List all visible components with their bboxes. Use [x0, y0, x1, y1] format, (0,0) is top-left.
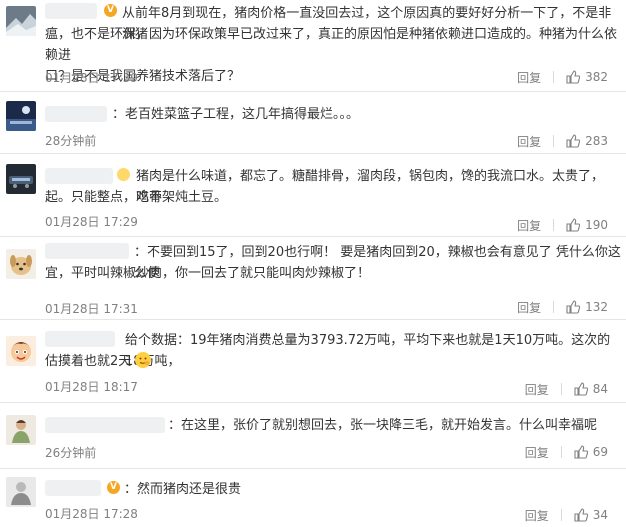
reply-button[interactable]: 回复 [525, 444, 549, 461]
thumbs-up-icon [574, 445, 588, 459]
username[interactable] [45, 243, 129, 259]
comment-time: 01月28日 18:17 [45, 380, 138, 394]
avatar-dark-car-icon [6, 164, 36, 194]
comment-item: V 从前年8月到现在，猪肉价格一直没回去过，这个原因真的要好好分析一下了，不是非… [0, 0, 626, 92]
action-divider [553, 71, 555, 83]
avatar-figure-icon [6, 415, 36, 445]
smirk-emoji-icon [135, 352, 152, 368]
username[interactable] [45, 168, 113, 184]
comment-actions: 回复 382 [517, 68, 608, 86]
comment-actions: 回复 283 [517, 132, 608, 150]
username[interactable] [45, 106, 107, 122]
username[interactable] [45, 417, 165, 433]
like-count: 283 [585, 134, 608, 148]
thumbs-up-icon [574, 382, 588, 396]
action-divider [560, 509, 562, 521]
comment-text-cont: 起。只能整点，鸡骨架炖土豆。 [45, 187, 625, 208]
like-button[interactable]: 34 [574, 508, 608, 522]
thumbs-up-icon [574, 508, 588, 522]
thumbs-up-icon [566, 300, 581, 314]
emoji-icon [117, 168, 130, 181]
like-count: 84 [592, 382, 608, 396]
comment-line: ：老百姓菜篮子工程，这几年搞得最烂。。。 [112, 107, 360, 122]
avatar[interactable] [6, 477, 36, 507]
avatar-night-sky-icon [6, 101, 36, 131]
comment-time: 01月28日 17:31 [45, 302, 138, 316]
reply-button[interactable]: 回复 [517, 69, 541, 86]
avatar-grey-figure-icon [6, 477, 36, 507]
comment-actions: 回复 69 [525, 443, 608, 461]
comment-time: 28分钟前 [45, 134, 97, 148]
thumbs-up-icon [566, 70, 581, 84]
reply-button[interactable]: 回复 [525, 381, 549, 398]
comment-text: ：在这里，张价了就别想回去，张一块降三毛，就开始发言。什么叫幸福呢 [168, 415, 618, 436]
like-count: 132 [585, 300, 608, 314]
username[interactable] [45, 3, 97, 19]
comment-text: ：老百姓菜篮子工程，这几年搞得最烂。。。 [112, 104, 612, 125]
reply-button[interactable]: 回复 [517, 217, 541, 234]
comment-time: 26分钟前 [45, 446, 97, 460]
comment-line: 宜，平时叫辣椒炒肉，你一回去了就只能叫肉炒辣椒了！ [45, 266, 371, 281]
username[interactable] [45, 480, 101, 496]
avatar[interactable] [6, 101, 36, 131]
like-count: 69 [592, 445, 608, 459]
comment-time: 01月28日 17:39 [45, 71, 138, 85]
comment-line: 瘟，也不是环保，因为环保政策早已改过来了，真正的原因怕是种猪依赖进口造成的。种猪… [45, 27, 618, 63]
comment-text: ：然而猪肉还是很贵 [124, 479, 574, 500]
avatar-cartoon-face-icon [6, 336, 36, 366]
comment-text-cont: 宜，平时叫辣椒炒肉，你一回去了就只能叫肉炒辣椒了！ [45, 263, 625, 284]
action-divider [553, 219, 555, 231]
avatar[interactable] [6, 164, 36, 194]
avatar[interactable] [6, 336, 36, 366]
action-divider [553, 135, 555, 147]
action-divider [553, 301, 555, 313]
reply-button[interactable]: 回复 [517, 299, 541, 316]
avatar[interactable] [6, 6, 36, 36]
like-count: 34 [592, 508, 608, 522]
like-button[interactable]: 283 [566, 134, 608, 148]
reply-button[interactable]: 回复 [517, 133, 541, 150]
comment-text-cont: 估摸着也就2天 [45, 351, 625, 372]
like-button[interactable]: 69 [574, 445, 608, 459]
comment-actions: 回复 132 [517, 298, 608, 316]
avatar-snowy-cliff-icon [6, 6, 36, 36]
like-button[interactable]: 190 [566, 218, 608, 232]
like-count: 382 [585, 70, 608, 84]
like-button[interactable]: 132 [566, 300, 608, 314]
comment-item: 猪肉是什么味道，都忘了。糖醋排骨，溜肉段，锅包肉，馋的我流口水。太贵了，吃不 起… [0, 154, 626, 237]
thumbs-up-icon [566, 134, 581, 148]
action-divider [560, 383, 562, 395]
comment-time: 01月28日 17:29 [45, 215, 138, 229]
comment-line: 起。只能整点，鸡骨架炖土豆。 [45, 190, 228, 205]
username[interactable] [45, 331, 115, 347]
comment-line: ：在这里，张价了就别想回去，张一块降三毛，就开始发言。什么叫幸福呢 [168, 418, 598, 433]
comment-item: ：老百姓菜篮子工程，这几年搞得最烂。。。 28分钟前 回复 283 [0, 92, 626, 154]
vip-badge-icon: V [107, 481, 120, 494]
action-divider [560, 446, 562, 458]
thumbs-up-icon [566, 218, 581, 232]
avatar[interactable] [6, 249, 36, 279]
vip-badge-icon: V [104, 4, 117, 17]
comment-actions: 回复 34 [525, 506, 608, 524]
comment-line: ：然而猪肉还是很贵 [124, 482, 242, 497]
comment-item: ：不要回到15了，回到20也行啊！ 要是猪肉回到20，辣椒也会有意见了 凭什么你… [0, 237, 626, 320]
comment-list: V 从前年8月到现在，猪肉价格一直没回去过，这个原因真的要好好分析一下了，不是非… [0, 0, 626, 527]
comment-line: 估摸着也就2天 [45, 354, 132, 369]
comment-item: ：在这里，张价了就别想回去，张一块降三毛，就开始发言。什么叫幸福呢 26分钟前 … [0, 403, 626, 469]
comment-item: V ：然而猪肉还是很贵 01月28日 17:28 回复 34 [0, 469, 626, 527]
avatar[interactable] [6, 415, 36, 445]
reply-button[interactable]: 回复 [525, 507, 549, 524]
avatar-dog-icon [6, 249, 36, 279]
like-count: 190 [585, 218, 608, 232]
comment-time: 01月28日 17:28 [45, 507, 138, 521]
comment-actions: 回复 190 [517, 216, 608, 234]
like-button[interactable]: 84 [574, 382, 608, 396]
like-button[interactable]: 382 [566, 70, 608, 84]
comment-item: 给个数据：19年猪肉消费总量为3793.72万吨，平均下来也就是1天10万吨。这… [0, 320, 626, 403]
comment-actions: 回复 84 [525, 380, 608, 398]
